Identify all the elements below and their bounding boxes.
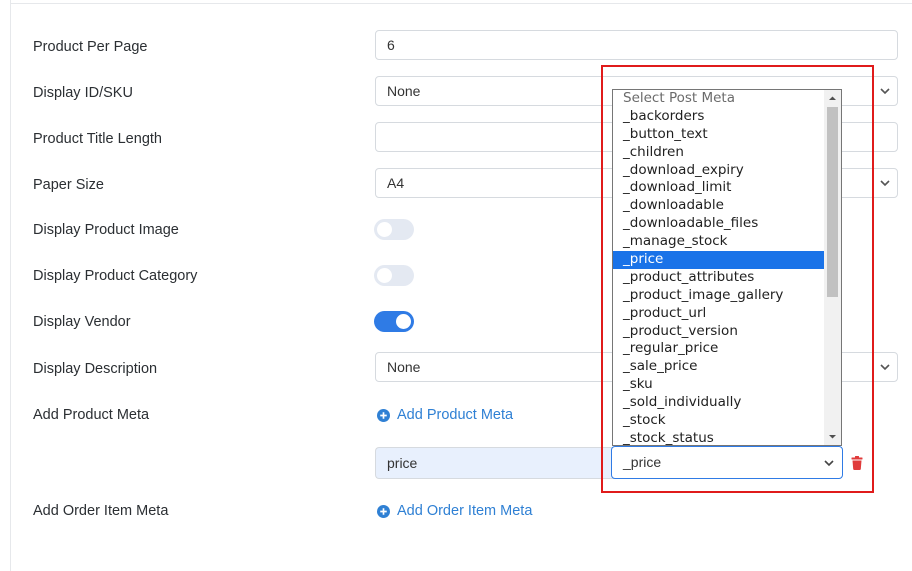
- toggle-knob: [377, 268, 392, 283]
- dropdown-options: Select Post Meta _backorders _button_text…: [613, 90, 824, 445]
- add-product-meta-label: Add Product Meta: [33, 407, 150, 423]
- dropdown-option[interactable]: _download_limit: [613, 179, 824, 197]
- dropdown-option[interactable]: _stock_status: [613, 430, 824, 445]
- display-product-category-label: Display Product Category: [33, 268, 198, 284]
- product-per-page-input[interactable]: 6: [375, 30, 898, 60]
- dropdown-scrollbar[interactable]: [824, 90, 841, 445]
- add-product-meta-link-label: Add Product Meta: [397, 407, 514, 423]
- add-order-item-meta-link-label: Add Order Item Meta: [397, 503, 533, 519]
- chevron-down-icon: [880, 364, 890, 371]
- meta-name-input[interactable]: price: [375, 447, 615, 479]
- dropdown-option[interactable]: _backorders: [613, 108, 824, 126]
- scrollbar-thumb[interactable]: [827, 107, 838, 297]
- dropdown-option[interactable]: _downloadable_files: [613, 215, 824, 233]
- post-meta-dropdown-list[interactable]: Select Post Meta _backorders _button_text…: [612, 89, 842, 446]
- panel-left-border: [10, 0, 11, 571]
- dropdown-option[interactable]: _downloadable: [613, 197, 824, 215]
- display-vendor-toggle[interactable]: [374, 311, 414, 332]
- post-meta-select-value: _price: [623, 454, 662, 470]
- scroll-up-arrow-icon[interactable]: [824, 90, 841, 107]
- display-description-value: None: [387, 359, 421, 375]
- paper-size-value: A4: [387, 175, 405, 191]
- paper-size-label: Paper Size: [33, 177, 104, 193]
- plus-circle-icon: [377, 408, 390, 422]
- dropdown-option[interactable]: _sku: [613, 376, 824, 394]
- add-product-meta-link[interactable]: Add Product Meta: [377, 407, 513, 423]
- product-title-length-label: Product Title Length: [33, 131, 162, 147]
- dropdown-option[interactable]: _product_attributes: [613, 269, 824, 287]
- dropdown-option[interactable]: _product_image_gallery: [613, 287, 824, 305]
- plus-circle-icon: [377, 504, 390, 518]
- trash-icon[interactable]: [851, 456, 863, 470]
- chevron-down-icon: [880, 180, 890, 187]
- dropdown-option[interactable]: _price: [613, 251, 824, 269]
- display-id-sku-label: Display ID/SKU: [33, 85, 133, 101]
- post-meta-select[interactable]: _price: [611, 446, 843, 479]
- dropdown-option[interactable]: _sold_individually: [613, 394, 824, 412]
- dropdown-option[interactable]: _sale_price: [613, 358, 824, 376]
- scroll-down-arrow-icon[interactable]: [824, 428, 841, 445]
- display-product-category-toggle[interactable]: [374, 265, 414, 286]
- dropdown-option[interactable]: _regular_price: [613, 340, 824, 358]
- display-description-label: Display Description: [33, 361, 158, 377]
- product-per-page-label: Product Per Page: [33, 39, 148, 55]
- chevron-down-icon: [880, 88, 890, 95]
- toggle-knob: [396, 314, 411, 329]
- dropdown-option[interactable]: _download_expiry: [613, 162, 824, 180]
- add-order-item-meta-label: Add Order Item Meta: [33, 503, 169, 519]
- dropdown-option[interactable]: _button_text: [613, 126, 824, 144]
- dropdown-option[interactable]: _product_version: [613, 323, 824, 341]
- display-product-image-toggle[interactable]: [374, 219, 414, 240]
- toggle-knob: [377, 222, 392, 237]
- dropdown-option[interactable]: _product_url: [613, 305, 824, 323]
- dropdown-option[interactable]: _children: [613, 144, 824, 162]
- chevron-down-icon: [824, 460, 834, 467]
- add-order-item-meta-link[interactable]: Add Order Item Meta: [377, 503, 532, 519]
- display-product-image-label: Display Product Image: [33, 222, 179, 238]
- dropdown-option[interactable]: _manage_stock: [613, 233, 824, 251]
- panel-top-border: [10, 0, 912, 4]
- dropdown-option[interactable]: _stock: [613, 412, 824, 430]
- dropdown-placeholder-option[interactable]: Select Post Meta: [613, 90, 824, 108]
- display-vendor-label: Display Vendor: [33, 314, 131, 330]
- display-id-sku-value: None: [387, 83, 421, 99]
